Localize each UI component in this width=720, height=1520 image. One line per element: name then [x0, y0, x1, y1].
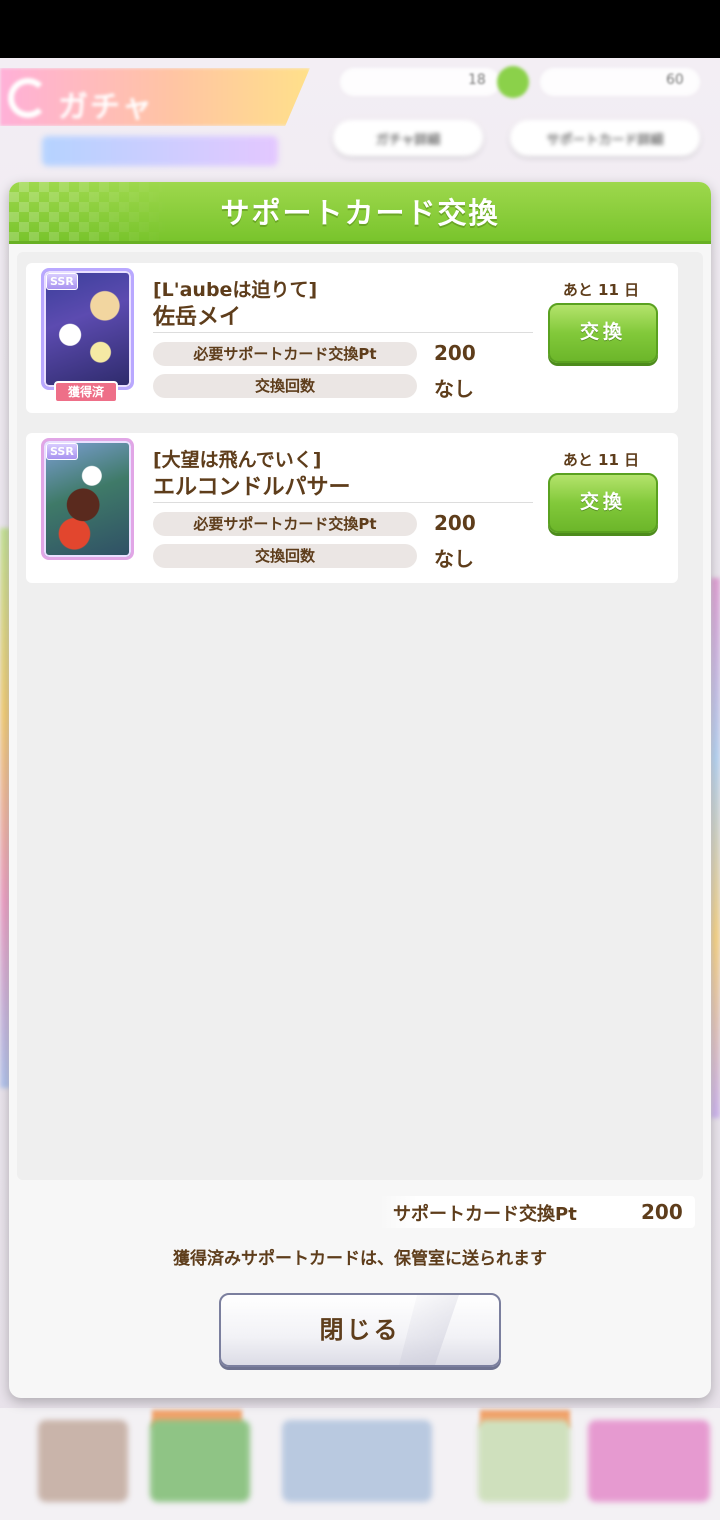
- remaining-days: あと 11 日: [562, 451, 640, 469]
- support-card-detail-pill: サポートカード詳細: [510, 120, 700, 156]
- button-shine: [399, 1295, 459, 1365]
- nav-item-2: [150, 1420, 250, 1502]
- back-arrow-icon: [8, 78, 48, 118]
- dialog-title: サポートカード交換: [220, 196, 500, 230]
- support-card-exchange-dialog: サポートカード交換 SSR 獲得済 [L'aubeは迫りて] 佐岳メイ 必要サポ…: [9, 182, 711, 1398]
- notice-text: 獲得済みサポートカードは、保管室に送られます: [173, 1249, 547, 1269]
- exchange-count-label: 交換回数: [153, 374, 417, 398]
- required-pt-value: 200: [434, 341, 476, 365]
- dialog-header: サポートカード交換: [9, 182, 711, 244]
- exchange-button[interactable]: 交換: [548, 303, 658, 363]
- divider: [153, 502, 533, 503]
- gacha-header-banner: ガチャ: [0, 68, 310, 126]
- card-title: [大望は飛んでいく]: [153, 449, 322, 471]
- exchange-count-label: 交換回数: [153, 544, 417, 568]
- list-item: SSR [大望は飛んでいく] エルコンドルパサー 必要サポートカード交換Pt 2…: [26, 433, 678, 583]
- remaining-days: あと 11 日: [562, 281, 640, 299]
- nav-item-1: [38, 1420, 128, 1502]
- list-item: SSR 獲得済 [L'aubeは迫りて] 佐岳メイ 必要サポートカード交換Pt …: [26, 263, 678, 413]
- nav-item-gacha: [588, 1420, 710, 1502]
- card-name: 佐岳メイ: [153, 305, 242, 330]
- gacha-screen-title: ガチャ: [58, 90, 154, 125]
- points-label: サポートカード交換Pt: [393, 1204, 577, 1225]
- exchange-button[interactable]: 交換: [548, 473, 658, 533]
- gacha-detail-pill: ガチャ詳細: [333, 120, 483, 156]
- nav-item-4: [478, 1420, 570, 1502]
- points-value: 200: [641, 1200, 683, 1224]
- support-card-image[interactable]: SSR: [41, 438, 134, 560]
- resource-value-2: 60: [666, 72, 684, 88]
- support-card-image[interactable]: SSR: [41, 268, 134, 390]
- owned-badge: 獲得済: [54, 381, 118, 403]
- nav-item-home: [282, 1420, 432, 1502]
- side-decoration-right: [711, 578, 720, 1118]
- exchange-count-value: なし: [434, 377, 474, 401]
- required-pt-value: 200: [434, 511, 476, 535]
- resource-value-1: 18: [468, 72, 486, 88]
- rarity-badge: SSR: [46, 273, 78, 290]
- exchange-count-value: なし: [434, 547, 474, 571]
- bottom-navigation: [0, 1408, 720, 1520]
- close-button[interactable]: 閉じる: [219, 1293, 501, 1367]
- add-resource-icon: [497, 66, 529, 98]
- required-pt-label: 必要サポートカード交換Pt: [153, 512, 417, 536]
- card-name: エルコンドルパサー: [153, 475, 351, 500]
- close-button-label: 閉じる: [319, 1316, 401, 1344]
- event-banner: [42, 136, 278, 166]
- rarity-badge: SSR: [46, 443, 78, 460]
- card-title: [L'aubeは迫りて]: [153, 279, 318, 301]
- divider: [153, 332, 533, 333]
- required-pt-label: 必要サポートカード交換Pt: [153, 342, 417, 366]
